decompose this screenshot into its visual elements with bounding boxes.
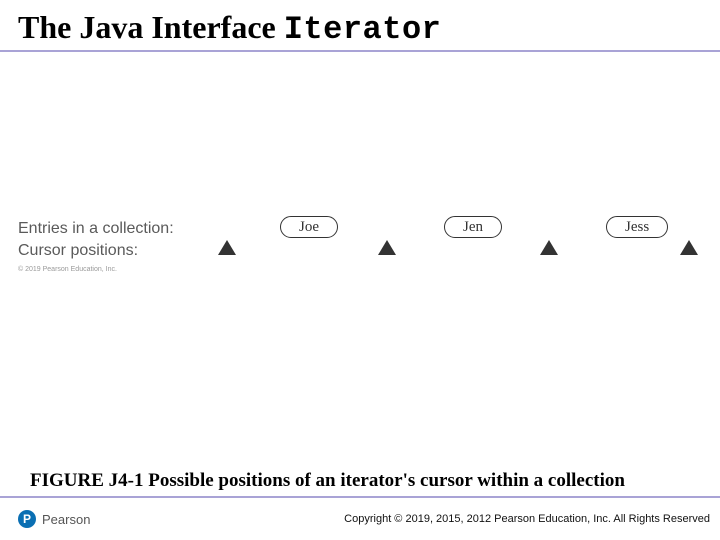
cursor-triangle-icon <box>218 240 236 255</box>
entries-label: Entries in a collection: <box>18 218 174 240</box>
diagram-copyright: © 2019 Pearson Education, Inc. <box>18 266 117 273</box>
pearson-logo-icon: P <box>18 510 36 528</box>
brand: P Pearson <box>18 510 90 528</box>
copyright-text: Copyright © 2019, 2015, 2012 Pearson Edu… <box>344 513 710 525</box>
title-underline <box>0 50 720 52</box>
entry-pill: Jen <box>444 216 502 238</box>
title-prefix: The Java Interface <box>18 9 284 45</box>
slide-footer: P Pearson Copyright © 2019, 2015, 2012 P… <box>18 508 710 530</box>
cursor-row <box>218 240 702 264</box>
slide-title: The Java Interface Iterator <box>18 10 702 47</box>
diagram-labels: Entries in a collection: Cursor position… <box>18 218 174 262</box>
entry-pill: Joe <box>280 216 338 238</box>
iterator-diagram: Entries in a collection: Cursor position… <box>18 218 702 288</box>
slide: The Java Interface Iterator Entries in a… <box>0 0 720 540</box>
brand-name: Pearson <box>42 512 90 527</box>
title-interface-name: Iterator <box>284 11 442 48</box>
figure-caption: FIGURE J4-1 Possible positions of an ite… <box>30 470 690 492</box>
cursor-triangle-icon <box>680 240 698 255</box>
caption-underline <box>0 496 720 498</box>
cursor-triangle-icon <box>378 240 396 255</box>
cursor-label: Cursor positions: <box>18 240 174 262</box>
cursor-triangle-icon <box>540 240 558 255</box>
entry-pill: Jess <box>606 216 668 238</box>
entries-row: Joe Jen Jess <box>266 216 702 240</box>
